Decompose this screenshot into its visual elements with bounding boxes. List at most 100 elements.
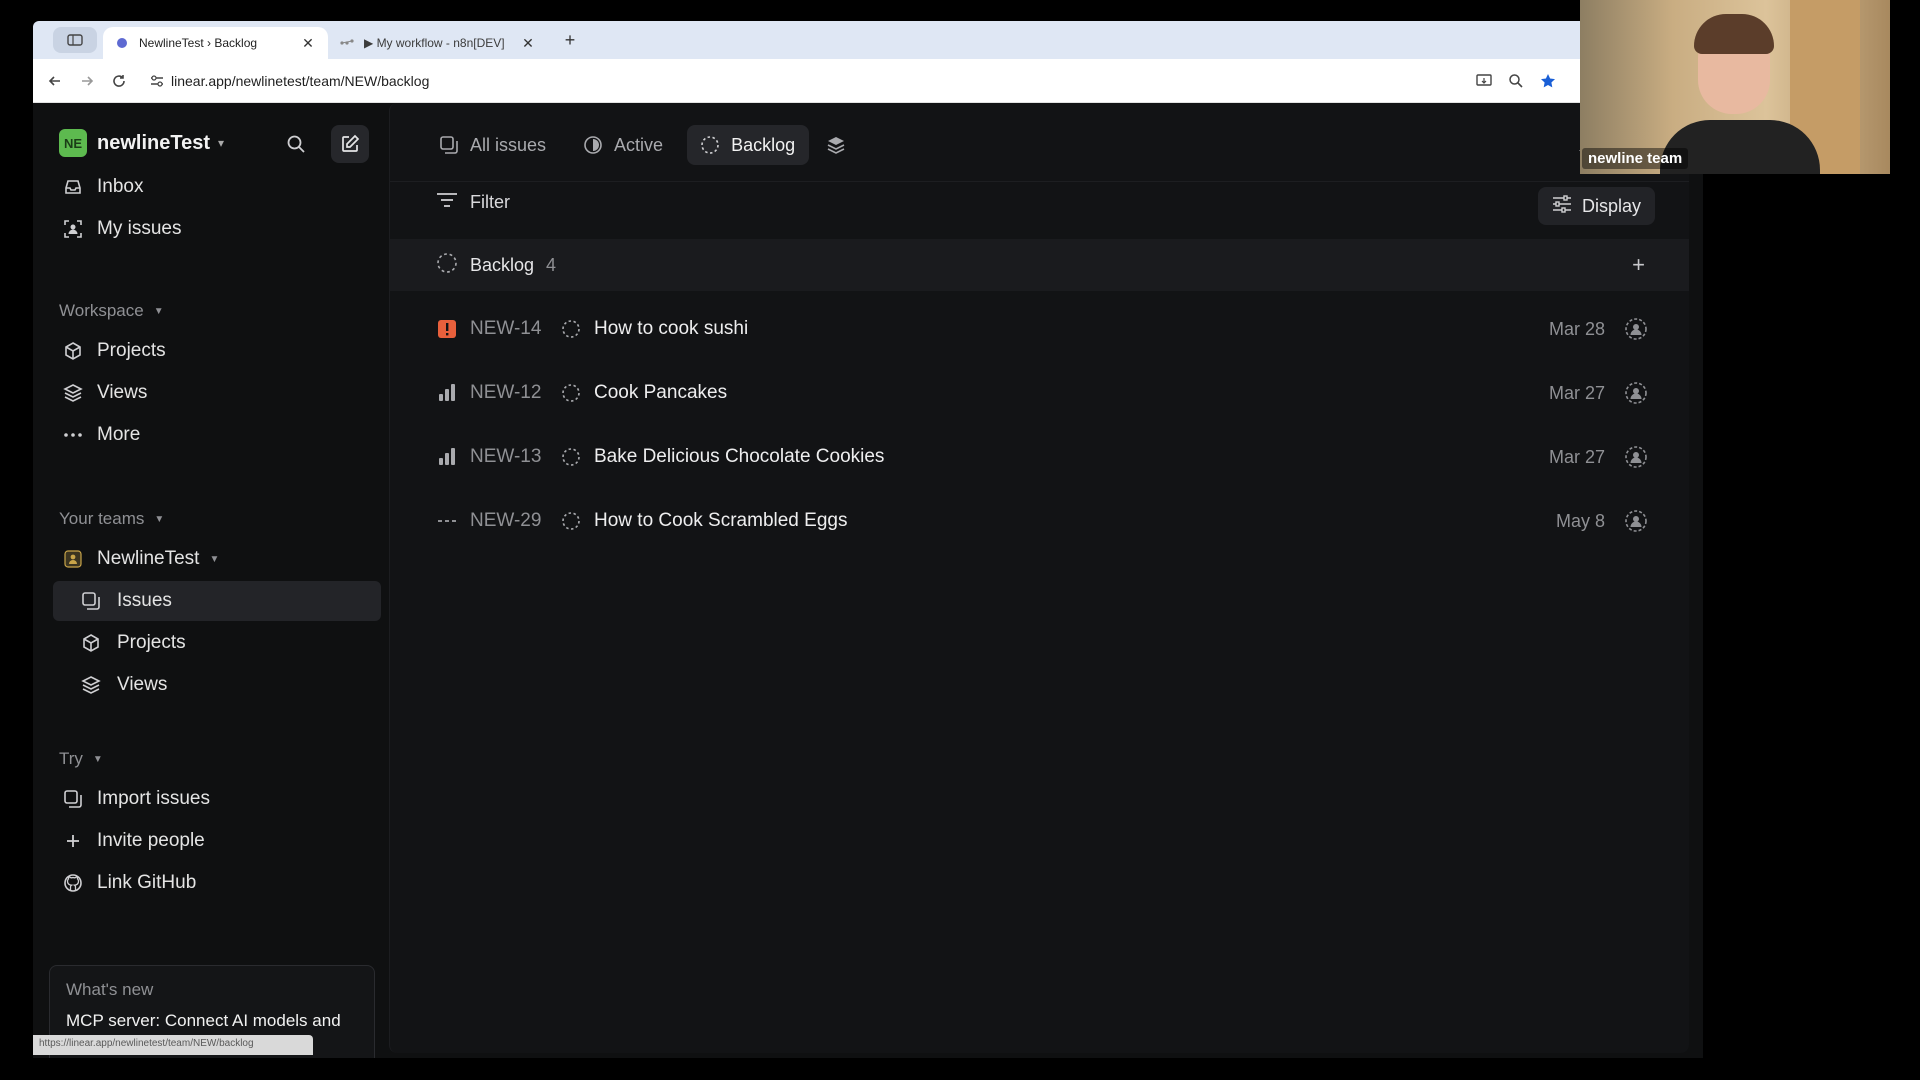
urgent-priority-icon[interactable] (436, 318, 458, 340)
workspace-switcher[interactable]: NE newlineTest ▾ (59, 129, 224, 157)
caret-down-icon: ▼ (92, 753, 103, 765)
filter-label: Filter (470, 192, 510, 212)
sidebar-item-projects[interactable]: Projects (53, 331, 381, 371)
issue-row[interactable]: NEW-14 How to cook sushi Mar 28 (390, 297, 1689, 361)
sidebar-item-label: My issues (97, 218, 182, 239)
browser-toolbar: linear.app/newlinetest/team/NEW/backlog (33, 59, 1703, 103)
dashed-circle-icon (436, 252, 458, 279)
reload-icon[interactable] (103, 65, 135, 97)
sidebar-actions (277, 125, 369, 163)
sidebar-item-views[interactable]: Views (53, 373, 381, 413)
filter-button[interactable]: Filter (436, 191, 510, 214)
zoom-icon[interactable] (1505, 70, 1527, 92)
sidebar-item-label: Projects (117, 632, 186, 653)
issue-date: Mar 28 (1548, 318, 1605, 339)
issue-row[interactable]: NEW-29 How to Cook Scrambled Eggs May 8 (390, 489, 1689, 553)
issues-icon (81, 591, 101, 611)
issue-row[interactable]: NEW-13 Bake Delicious Chocolate Cookies … (390, 425, 1689, 489)
sidebar-team-newlinetest[interactable]: NewlineTest ▼ (53, 539, 381, 579)
section-title: Workspace (59, 301, 144, 320)
back-icon[interactable] (39, 65, 71, 97)
tab-title: ▶ My workflow - n8n[DEV] (364, 36, 505, 50)
tab-active[interactable]: Active (570, 125, 677, 165)
issue-key: NEW-12 (470, 382, 542, 403)
issue-date: May 8 (1555, 510, 1605, 531)
sidebar-item-team-projects[interactable]: Projects (53, 623, 381, 663)
linear-app: NE newlineTest ▾ Inbox My issues Workspa… (33, 103, 1703, 1058)
try-section-header[interactable]: Try ▼ (59, 749, 103, 769)
sidebar-item-label: More (97, 424, 141, 445)
workspace-section-header[interactable]: Workspace ▼ (59, 301, 164, 321)
filter-icon (436, 191, 458, 214)
sidebar-item-team-views[interactable]: Views (53, 665, 381, 705)
add-issue-icon[interactable]: + (1632, 252, 1645, 278)
sidebar-item-label: Inbox (97, 176, 144, 197)
layers-icon (63, 383, 83, 403)
tab-all-issues[interactable]: All issues (426, 125, 560, 165)
tab-label: All issues (470, 134, 547, 155)
new-tab-icon[interactable]: + (558, 30, 582, 51)
sidebar-item-label: Link GitHub (97, 872, 197, 893)
teams-section-header[interactable]: Your teams ▼ (59, 509, 164, 529)
backlog-group-header[interactable]: Backlog 4 + (390, 239, 1689, 291)
sidebar-item-label: Views (117, 674, 168, 695)
install-app-icon[interactable] (1473, 70, 1495, 92)
sliders-icon (1552, 194, 1572, 218)
caret-down-icon: ▼ (209, 553, 220, 565)
search-icon[interactable] (277, 125, 315, 163)
compose-icon[interactable] (331, 125, 369, 163)
browser-tab-linear[interactable]: NewlineTest › Backlog ✕ (103, 27, 328, 59)
backlog-status-icon[interactable] (560, 382, 582, 404)
issue-key: NEW-14 (470, 318, 542, 339)
bookmark-star-icon[interactable] (1537, 70, 1559, 92)
sidebar-item-inbox[interactable]: Inbox (53, 167, 381, 207)
high-priority-icon[interactable] (436, 446, 458, 468)
assignee-avatar-icon[interactable] (1623, 444, 1649, 470)
backlog-status-icon[interactable] (560, 510, 582, 532)
sidebar-item-team-issues[interactable]: Issues (53, 581, 381, 621)
half-circle-icon (582, 134, 604, 156)
tab-label: Backlog (731, 134, 796, 155)
no-priority-icon[interactable] (436, 510, 458, 532)
assignee-avatar-icon[interactable] (1623, 380, 1649, 406)
close-tab-icon[interactable]: ✕ (520, 35, 536, 52)
screen: NewlineTest › Backlog ✕ ▶ My workflow - … (0, 0, 1920, 1080)
backlog-status-icon[interactable] (560, 446, 582, 468)
issue-row[interactable]: NEW-12 Cook Pancakes Mar 27 (390, 361, 1689, 425)
tab-title: NewlineTest › Backlog (139, 36, 258, 50)
my-issues-icon (63, 219, 83, 239)
issue-title: Bake Delicious Chocolate Cookies (594, 446, 885, 467)
linear-favicon-icon (115, 36, 129, 50)
group-count: 4 (546, 254, 557, 275)
view-options-layers-icon[interactable] (819, 128, 853, 162)
tab-search-icon[interactable] (53, 27, 97, 53)
display-button[interactable]: Display (1537, 187, 1655, 225)
backlog-status-icon[interactable] (560, 318, 582, 340)
section-title: Your teams (59, 509, 145, 528)
chevron-down-icon: ▾ (218, 136, 225, 150)
sidebar-item-link-github[interactable]: Link GitHub (53, 863, 381, 903)
sidebar-item-invite-people[interactable]: Invite people (53, 821, 381, 861)
n8n-favicon-icon (340, 36, 354, 50)
url-text: linear.app/newlinetest/team/NEW/backlog (171, 72, 430, 89)
sidebar-item-import-issues[interactable]: Import issues (53, 779, 381, 819)
issue-title: Cook Pancakes (594, 382, 728, 403)
assignee-avatar-icon[interactable] (1623, 508, 1649, 534)
site-info-icon[interactable] (143, 74, 171, 87)
sidebar-item-my-issues[interactable]: My issues (53, 209, 381, 249)
browser-tab-n8n[interactable]: ▶ My workflow - n8n[DEV] ✕ (328, 27, 548, 59)
sidebar-item-label: Invite people (97, 830, 205, 851)
section-title: Try (59, 749, 83, 768)
issue-date: Mar 27 (1548, 446, 1605, 467)
forward-icon[interactable] (71, 65, 103, 97)
cube-icon (63, 341, 83, 361)
issues-icon (438, 134, 460, 156)
workspace-badge: NE (59, 129, 87, 157)
issues-icon (63, 789, 83, 809)
assignee-avatar-icon[interactable] (1623, 316, 1649, 342)
tab-backlog[interactable]: Backlog (687, 125, 810, 165)
address-bar[interactable]: linear.app/newlinetest/team/NEW/backlog (143, 65, 1473, 97)
sidebar-item-more[interactable]: More (53, 415, 381, 455)
high-priority-icon[interactable] (436, 382, 458, 404)
close-tab-icon[interactable]: ✕ (300, 35, 316, 52)
